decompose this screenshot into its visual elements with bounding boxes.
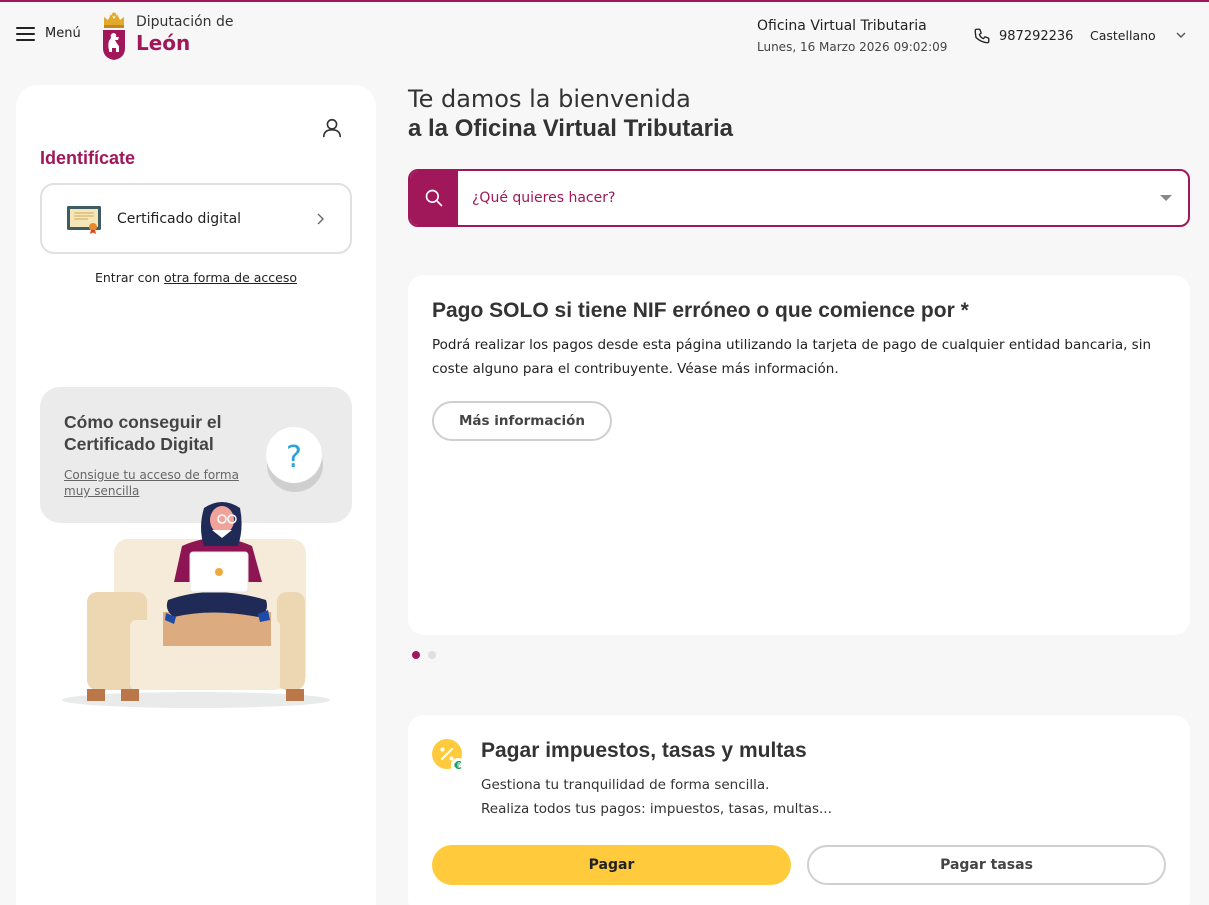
logo-text-line1: Diputación de	[136, 14, 234, 30]
carousel-dot-1[interactable]	[412, 651, 420, 659]
office-datetime: Lunes, 16 Marzo 2026 09:02:09	[757, 40, 948, 54]
help-card-title: Cómo conseguir el Certificado Digital	[64, 412, 222, 454]
banner-text: Podrá realizar los pagos desde esta pági…	[432, 337, 1152, 377]
pay-fees-button[interactable]: Pagar tasas	[807, 845, 1166, 885]
search-placeholder: ¿Qué quieres hacer?	[472, 190, 616, 206]
language-label: Castellano	[1090, 28, 1156, 43]
carousel-dots	[412, 651, 436, 659]
crown-shield-logo-icon	[103, 12, 125, 60]
more-info-button[interactable]: Más información	[432, 401, 612, 441]
office-info: Oficina Virtual Tributaria Lunes, 16 Mar…	[757, 16, 947, 56]
search-dropdown[interactable]: ¿Qué quieres hacer?	[408, 169, 1190, 227]
alternative-access-link[interactable]: otra forma de acceso	[164, 270, 297, 285]
chevron-right-icon	[317, 213, 324, 224]
alternative-access: Entrar con otra forma de acceso	[16, 270, 376, 285]
caret-down-icon	[1160, 195, 1172, 201]
pay-card-line1: Gestiona tu tranquilidad de forma sencil…	[481, 777, 770, 793]
phone-number: 987292236	[999, 28, 1074, 44]
phone-icon	[974, 28, 990, 44]
phone-link[interactable]: 987292236	[973, 27, 1073, 45]
certificate-login-button[interactable]: Certificado digital	[40, 183, 352, 254]
menu-button[interactable]: Menú	[16, 26, 81, 41]
user-icon	[322, 118, 342, 138]
question-icon: ?	[266, 427, 323, 492]
banner-title: Pago SOLO si tiene NIF erróneo o que com…	[432, 299, 969, 322]
svg-text:€: €	[453, 759, 462, 772]
logo-text-line2: León	[136, 31, 191, 55]
user-account-button[interactable]	[321, 117, 343, 143]
welcome-heading: Te damos la bienvenida a la Oficina Virt…	[408, 84, 733, 144]
search-button[interactable]	[410, 171, 458, 225]
login-title: Identifícate	[40, 148, 136, 168]
pay-card-line2: Realiza todos tus pagos: impuestos, tasa…	[481, 801, 832, 817]
search-icon	[425, 189, 443, 207]
pay-card-title: Pagar impuestos, tasas y multas	[481, 739, 807, 762]
office-title: Oficina Virtual Tributaria	[757, 18, 927, 34]
percent-euro-icon: €	[432, 739, 465, 772]
menu-icon	[16, 26, 35, 41]
certificate-button-label: Certificado digital	[117, 210, 242, 227]
menu-label: Menú	[45, 26, 81, 41]
svg-text:?: ?	[286, 440, 302, 475]
pay-button[interactable]: Pagar	[432, 845, 791, 885]
alternative-access-prefix: Entrar con	[94, 270, 165, 285]
person-on-sofa-illustration	[62, 502, 330, 708]
payment-banner: Pago SOLO si tiene NIF erróneo o que com…	[408, 275, 1190, 635]
pay-taxes-card: € Pagar impuestos, tasas y multas Gestio…	[408, 715, 1190, 905]
welcome-line2: a la Oficina Virtual Tributaria	[408, 115, 733, 142]
carousel-dot-2[interactable]	[428, 651, 436, 659]
logo-diputacion-leon[interactable]: Diputación de León	[101, 12, 233, 62]
help-card-link[interactable]: Consigue tu acceso de forma muy sencilla	[64, 467, 249, 499]
chevron-down-icon	[1176, 32, 1186, 38]
login-panel: Identifícate Certificado digital Entrar …	[16, 85, 376, 905]
certificate-icon	[67, 205, 101, 234]
site-header: Menú Diputación de León Oficina Virtual …	[0, 2, 1209, 70]
welcome-line1: Te damos la bienvenida	[408, 85, 691, 113]
language-selector[interactable]: Castellano	[1090, 28, 1186, 43]
